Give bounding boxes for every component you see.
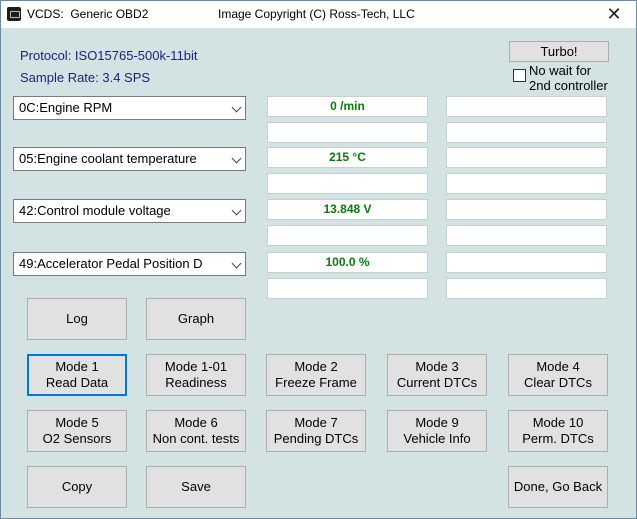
turbo-button-label: Turbo! (540, 43, 578, 59)
channel-4-aux-1 (446, 252, 607, 273)
mode-1-01-button[interactable]: Mode 1-01 Readiness (146, 354, 246, 396)
close-icon[interactable]: ✕ (602, 3, 626, 25)
channel-4-value: 100.0 % (267, 252, 428, 273)
channel-2-value-2 (267, 173, 428, 194)
graph-button[interactable]: Graph (146, 298, 246, 340)
chevron-down-icon (231, 205, 242, 216)
save-button-label: Save (181, 479, 211, 494)
no-wait-label-line2: 2nd controller (529, 78, 608, 93)
channel-4-selection: 49:Accelerator Pedal Position D (19, 256, 203, 271)
mode-2-line1: Mode 2 (294, 359, 338, 374)
mode-4-button[interactable]: Mode 4 Clear DTCs (508, 354, 608, 396)
mode-2-line2: Freeze Frame (275, 375, 357, 390)
channel-3-selection: 42:Control module voltage (19, 203, 171, 218)
mode-5-line2: O2 Sensors (42, 431, 112, 446)
mode-5-button[interactable]: Mode 5 O2 Sensors (27, 410, 127, 452)
channel-4-value-2 (267, 278, 428, 299)
copy-button[interactable]: Copy (27, 466, 127, 508)
mode-1-01-line2: Readiness (165, 375, 227, 390)
mode-10-line1: Mode 10 (532, 415, 584, 430)
mode-1-01-line1: Mode 1-01 (164, 359, 228, 374)
graph-button-label: Graph (177, 311, 215, 326)
channel-3-value: 13.848 V (267, 199, 428, 220)
channel-3-value-2 (267, 225, 428, 246)
channel-2-selection: 05:Engine coolant temperature (19, 151, 197, 166)
channel-2-value: 215 °C (267, 147, 428, 168)
channel-3-aux-2 (446, 225, 607, 246)
mode-6-line1: Mode 6 (174, 415, 218, 430)
chevron-down-icon (231, 153, 242, 164)
no-wait-label-line1: No wait for (529, 63, 592, 78)
chevron-down-icon (231, 102, 242, 113)
done-go-back-label: Done, Go Back (513, 479, 603, 494)
mode-6-button[interactable]: Mode 6 Non cont. tests (146, 410, 246, 452)
mode-7-line1: Mode 7 (294, 415, 338, 430)
log-button[interactable]: Log (27, 298, 127, 340)
done-go-back-button[interactable]: Done, Go Back (508, 466, 608, 508)
channel-2-select[interactable]: 05:Engine coolant temperature (13, 147, 246, 171)
mode-9-line2: Vehicle Info (403, 431, 471, 446)
window-title: VCDS: Generic OBD2 (27, 7, 149, 21)
channel-4-aux-2 (446, 278, 607, 299)
turbo-button[interactable]: Turbo! (509, 41, 609, 62)
mode-9-line1: Mode 9 (415, 415, 459, 430)
log-button-label: Log (66, 311, 88, 326)
no-wait-checkbox[interactable] (513, 69, 526, 82)
mode-2-button[interactable]: Mode 2 Freeze Frame (266, 354, 366, 396)
mode-1-line2: Read Data (45, 375, 109, 390)
channel-2-aux-2 (446, 173, 607, 194)
channel-4-select[interactable]: 49:Accelerator Pedal Position D (13, 252, 246, 276)
mode-4-line1: Mode 4 (536, 359, 580, 374)
mode-7-button[interactable]: Mode 7 Pending DTCs (266, 410, 366, 452)
channel-1-aux-2 (446, 122, 607, 143)
sample-rate-label: Sample Rate: 3.4 SPS (20, 70, 151, 85)
mode-6-line2: Non cont. tests (152, 431, 240, 446)
mode-4-line2: Clear DTCs (524, 375, 592, 390)
copyright-notice: Image Copyright (C) Ross-Tech, LLC (218, 7, 415, 21)
mode-3-line2: Current DTCs (396, 375, 478, 390)
copy-button-label: Copy (61, 479, 93, 494)
channel-1-value: 0 /min (267, 96, 428, 117)
mode-1-button[interactable]: Mode 1 Read Data (27, 354, 127, 396)
mode-7-line2: Pending DTCs (273, 431, 359, 446)
channel-2-aux-1 (446, 147, 607, 168)
no-wait-label: No wait for 2nd controller (529, 63, 608, 93)
chevron-down-icon (231, 258, 242, 269)
channel-1-aux-1 (446, 96, 607, 117)
mode-3-button[interactable]: Mode 3 Current DTCs (387, 354, 487, 396)
mode-10-button[interactable]: Mode 10 Perm. DTCs (508, 410, 608, 452)
vcds-window: VCDS: Generic OBD2 Image Copyright (C) R… (0, 0, 637, 519)
protocol-label: Protocol: ISO15765-500k-11bit (20, 48, 198, 63)
mode-9-button[interactable]: Mode 9 Vehicle Info (387, 410, 487, 452)
save-button[interactable]: Save (146, 466, 246, 508)
channel-3-select[interactable]: 42:Control module voltage (13, 199, 246, 223)
channel-1-selection: 0C:Engine RPM (19, 100, 113, 115)
channel-3-aux-1 (446, 199, 607, 220)
channel-1-select[interactable]: 0C:Engine RPM (13, 96, 246, 120)
mode-3-line1: Mode 3 (415, 359, 459, 374)
mode-5-line1: Mode 5 (55, 415, 99, 430)
mode-1-line1: Mode 1 (55, 359, 99, 374)
mode-10-line2: Perm. DTCs (522, 431, 594, 446)
vcds-app-icon (7, 7, 21, 21)
channel-1-value-2 (267, 122, 428, 143)
title-bar: VCDS: Generic OBD2 Image Copyright (C) R… (1, 1, 636, 28)
